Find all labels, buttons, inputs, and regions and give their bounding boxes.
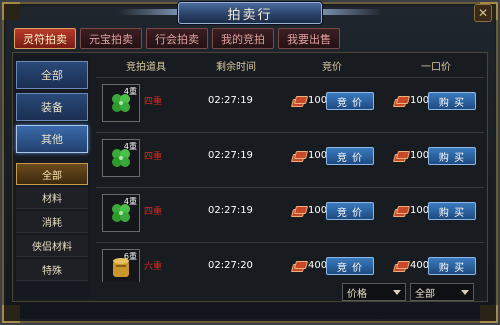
buyout-price: 400: [394, 260, 429, 271]
category-equipment-button[interactable]: 装备: [16, 93, 88, 121]
subcategory-special[interactable]: 特殊: [16, 259, 88, 281]
subcategory-companion-materials[interactable]: 侠侣材料: [16, 235, 88, 257]
subcategory-all[interactable]: 全部: [16, 163, 88, 185]
item-quantity: 4重: [123, 197, 137, 206]
remaining-time: 02:27:19: [208, 95, 253, 106]
subcategory-consumables[interactable]: 消耗: [16, 211, 88, 233]
item-slot[interactable]: 4重: [102, 84, 140, 122]
tab-sell[interactable]: 我要出售: [278, 28, 340, 49]
tab-talisman-auction[interactable]: 灵符拍卖: [14, 28, 76, 49]
talisman-currency-icon: [292, 206, 306, 216]
filter-dropdown[interactable]: 全部: [410, 283, 474, 301]
category-all-button[interactable]: 全部: [16, 61, 88, 89]
subcategory-list: 全部 材料 消耗 侠侣材料 特殊: [16, 163, 88, 283]
tab-guild-auction[interactable]: 行会拍卖: [146, 28, 208, 49]
table-header: 竞拍道具 剩余时间 竞价 一口价: [96, 55, 484, 75]
header-buyout: 一口价: [421, 61, 451, 73]
bid-button[interactable]: 竞 价: [326, 92, 374, 110]
buyout-price-value: 100: [410, 205, 430, 216]
item-quantity: 6重: [123, 252, 137, 261]
frame-corner: [2, 2, 20, 20]
title-ornament: [322, 9, 382, 15]
sort-dropdown[interactable]: 价格: [342, 283, 406, 301]
tab-ingot-auction[interactable]: 元宝拍卖: [80, 28, 142, 49]
header-bid: 竞价: [322, 61, 342, 73]
talisman-currency-icon: [394, 206, 408, 216]
buyout-price-value: 400: [410, 260, 430, 271]
header-item: 竞拍道具: [126, 61, 166, 73]
bid-button[interactable]: 竞 价: [326, 257, 374, 275]
close-button[interactable]: ✕: [474, 4, 492, 22]
item-tier-tag: 四重: [144, 207, 163, 217]
auction-tabs: 灵符拍卖 元宝拍卖 行会拍卖 我的竞拍 我要出售: [14, 28, 340, 50]
title-ornament: [118, 9, 178, 15]
item-slot[interactable]: 4重: [102, 139, 140, 177]
item-tier-tag: 四重: [144, 152, 163, 162]
buyout-price: 100: [394, 150, 429, 161]
table-row: 4重 四重 02:27:19 100 竞 价 100 购 买: [96, 187, 484, 239]
table-row: 4重 四重 02:27:19 100 竞 价 100 购 买: [96, 77, 484, 129]
buyout-price-value: 100: [410, 95, 430, 106]
item-quantity: 4重: [123, 142, 137, 151]
item-tier-tag: 四重: [144, 97, 163, 107]
sort-dropdown-value: 价格: [347, 288, 367, 300]
bid-price: 100: [292, 95, 327, 106]
buyout-price-value: 100: [410, 150, 430, 161]
filter-bar: 价格 全部: [96, 283, 484, 303]
bid-button[interactable]: 竞 价: [326, 202, 374, 220]
remaining-time: 02:27:19: [208, 205, 253, 216]
tab-my-bids[interactable]: 我的竞拍: [212, 28, 274, 49]
item-slot[interactable]: 4重: [102, 194, 140, 232]
bid-price: 100: [292, 150, 327, 161]
buy-button[interactable]: 购 买: [428, 257, 476, 275]
item-tier-tag: 六重: [144, 262, 163, 272]
header-time: 剩余时间: [216, 61, 256, 73]
talisman-currency-icon: [292, 151, 306, 161]
buyout-price: 100: [394, 95, 429, 106]
talisman-currency-icon: [394, 151, 408, 161]
bid-price-value: 100: [308, 95, 328, 106]
talisman-currency-icon: [292, 96, 306, 106]
auction-table: 竞拍道具 剩余时间 竞价 一口价 4重 四重 02:27:19 100 竞 价 …: [96, 55, 484, 299]
remaining-time: 02:27:20: [208, 260, 253, 271]
chevron-down-icon: [393, 290, 401, 295]
bid-price-value: 400: [308, 260, 328, 271]
buy-button[interactable]: 购 买: [428, 92, 476, 110]
talisman-currency-icon: [292, 261, 306, 271]
window-title: 拍卖行: [178, 2, 322, 24]
remaining-time: 02:27:19: [208, 150, 253, 161]
bid-price: 100: [292, 205, 327, 216]
buyout-price: 100: [394, 205, 429, 216]
subcategory-materials[interactable]: 材料: [16, 187, 88, 209]
bid-price-value: 100: [308, 205, 328, 216]
item-quantity: 4重: [123, 87, 137, 96]
filter-dropdown-value: 全部: [415, 288, 435, 300]
item-slot[interactable]: 6重: [102, 249, 140, 282]
category-sidebar: 全部 装备 其他 全部 材料 消耗 侠侣材料 特殊: [14, 55, 90, 299]
buy-button[interactable]: 购 买: [428, 202, 476, 220]
chevron-down-icon: [461, 290, 469, 295]
table-row: 6重 六重 02:27:20 400 竞 价 400 购 买: [96, 242, 484, 282]
talisman-currency-icon: [394, 96, 408, 106]
bid-price-value: 100: [308, 150, 328, 161]
category-other-button[interactable]: 其他: [16, 125, 88, 153]
bid-price: 400: [292, 260, 327, 271]
bid-button[interactable]: 竞 价: [326, 147, 374, 165]
frame-corner: [2, 305, 20, 323]
buy-button[interactable]: 购 买: [428, 147, 476, 165]
frame-corner: [480, 305, 498, 323]
table-row: 4重 四重 02:27:19 100 竞 价 100 购 买: [96, 132, 484, 184]
talisman-currency-icon: [394, 261, 408, 271]
